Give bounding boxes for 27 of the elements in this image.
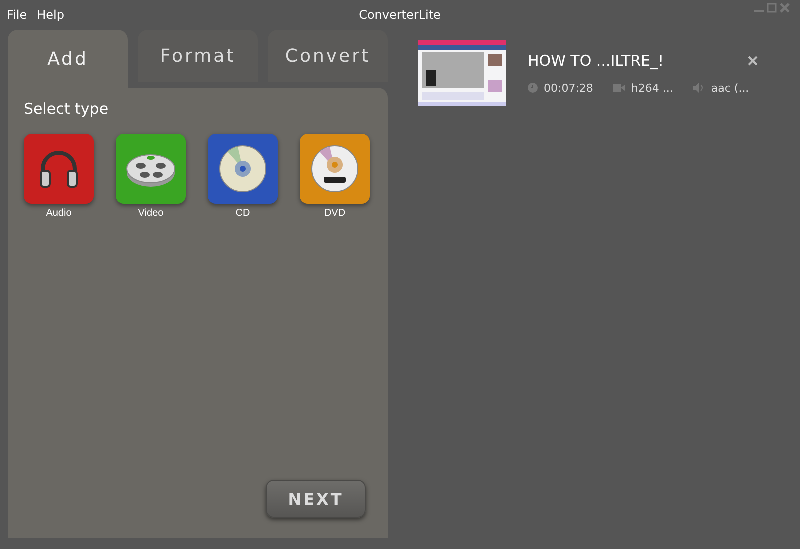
type-label: CD bbox=[236, 208, 250, 219]
type-button[interactable]: DVD bbox=[300, 134, 370, 219]
window-title: ConverterLite bbox=[359, 8, 441, 22]
remove-button[interactable] bbox=[748, 56, 758, 66]
camera-icon bbox=[613, 84, 626, 92]
speaker-icon bbox=[693, 83, 706, 93]
type-label: DVD bbox=[324, 208, 346, 219]
file-title: HOW TO ...ILTRE_! bbox=[528, 52, 664, 70]
close-icon bbox=[748, 56, 758, 66]
next-button[interactable]: NEXT bbox=[266, 480, 366, 518]
section-heading: Select type bbox=[24, 100, 110, 118]
type-label: Audio bbox=[46, 208, 72, 219]
type-label: Video bbox=[138, 208, 164, 219]
audio-codec-text: aac (... bbox=[711, 82, 750, 94]
type-button[interactable]: CD bbox=[208, 134, 278, 219]
menu-item[interactable]: File bbox=[7, 8, 28, 22]
disc-icon bbox=[218, 144, 268, 194]
video-codec-text: h264 ... bbox=[631, 82, 674, 94]
close-icon[interactable] bbox=[780, 3, 790, 13]
clock-icon bbox=[528, 83, 538, 93]
type-button[interactable]: Audio bbox=[24, 134, 94, 219]
type-button[interactable]: Video bbox=[116, 134, 186, 219]
menu-item[interactable]: Help bbox=[37, 8, 64, 22]
tab[interactable]: Add bbox=[8, 30, 128, 88]
maximize-icon[interactable] bbox=[767, 3, 777, 13]
duration-text: 00:07:28 bbox=[544, 82, 594, 94]
dvd-disc-icon bbox=[310, 144, 360, 194]
